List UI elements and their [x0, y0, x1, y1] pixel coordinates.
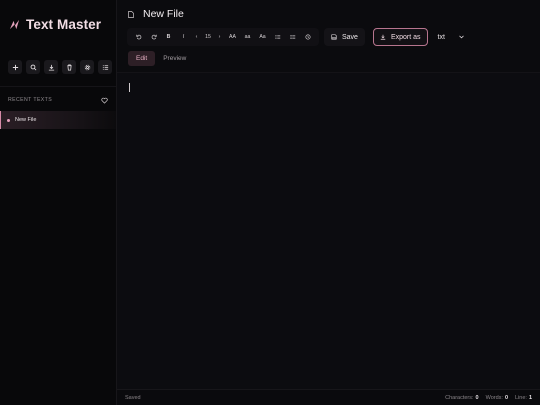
export-button[interactable]: Export as — [372, 28, 428, 46]
decrease-font-button[interactable]: ‹ — [191, 30, 202, 44]
clock-icon — [305, 34, 310, 40]
sidebar-divider — [0, 86, 116, 87]
app-window: Text Master RECENT TEXTS New File New Fi… — [0, 0, 540, 405]
increase-font-button[interactable]: › — [214, 30, 225, 44]
plus-icon — [12, 64, 18, 70]
words-stat: Words: 0 — [486, 395, 508, 401]
search-button[interactable] — [26, 60, 40, 74]
brand: Text Master — [0, 0, 116, 48]
format-toolbar-group: B I ‹ 15 › AA aa Aa — [127, 28, 319, 46]
line-label: Line: — [515, 394, 527, 401]
line-stat: Line: 1 — [515, 395, 532, 401]
lowercase-button[interactable]: aa — [240, 30, 255, 44]
favorites-button[interactable] — [101, 97, 108, 104]
words-label: Words: — [485, 394, 503, 401]
recent-texts-title: RECENT TEXTS — [8, 97, 53, 103]
recent-texts-header: RECENT TEXTS — [0, 91, 116, 109]
download-icon — [48, 64, 54, 71]
main-panel: New File B I ‹ 15 › AA aa Aa Save Export… — [117, 0, 540, 405]
bullet-list-icon — [275, 35, 280, 39]
mode-tabs: Edit Preview — [117, 50, 540, 67]
sidebar: Text Master RECENT TEXTS New File — [0, 0, 117, 405]
bullet-list-button[interactable] — [270, 30, 285, 44]
export-format-select[interactable]: txt — [433, 28, 469, 46]
sidebar-toolbar — [0, 54, 116, 84]
numbered-list-icon — [290, 35, 295, 39]
export-label: Export as — [390, 33, 421, 41]
delete-button[interactable] — [62, 60, 76, 74]
document-stats: Characters: 0 Words: 0 Line: 1 — [445, 395, 532, 401]
characters-label: Characters: — [445, 394, 474, 401]
save-status: Saved — [125, 394, 141, 401]
save-label: Save — [342, 33, 358, 41]
status-bar: Saved Characters: 0 Words: 0 Line: 1 — [117, 389, 540, 405]
export-format-value: txt — [437, 33, 445, 41]
font-size-value: 15 — [205, 34, 211, 40]
lightning-logo-icon — [9, 19, 20, 30]
export-icon — [380, 34, 386, 40]
line-number: 1 — [528, 394, 532, 401]
active-file-dot-icon — [7, 118, 10, 122]
redo-button[interactable] — [146, 30, 161, 44]
document-titlebar: New File — [117, 0, 540, 28]
text-caret — [129, 83, 130, 92]
recent-file-item[interactable]: New File — [0, 111, 116, 129]
redo-icon — [151, 34, 157, 40]
uppercase-button[interactable]: AA — [225, 30, 240, 44]
tab-preview[interactable]: Preview — [155, 51, 194, 66]
settings-button[interactable] — [80, 60, 94, 74]
document-icon — [128, 10, 134, 18]
chevron-down-icon — [458, 35, 464, 39]
clock-button[interactable] — [300, 30, 315, 44]
editor-toolbar: B I ‹ 15 › AA aa Aa Save Export as txt — [117, 28, 540, 46]
gear-icon — [84, 64, 90, 70]
app-title: Text Master — [26, 16, 102, 32]
tab-edit[interactable]: Edit — [128, 51, 156, 66]
capitalize-button[interactable]: Aa — [255, 30, 270, 44]
undo-button[interactable] — [131, 30, 146, 44]
text-editor-area[interactable] — [117, 73, 540, 389]
words-count: 0 — [504, 394, 508, 401]
characters-stat: Characters: 0 — [445, 395, 479, 401]
list-button[interactable] — [98, 60, 112, 74]
download-button[interactable] — [44, 60, 58, 74]
numbered-list-button[interactable] — [285, 30, 300, 44]
save-icon — [331, 34, 337, 40]
new-file-button[interactable] — [8, 60, 22, 74]
document-title: New File — [143, 8, 184, 20]
heart-icon — [101, 97, 108, 104]
recent-file-label: New File — [15, 117, 37, 123]
bold-button[interactable]: B — [161, 30, 176, 44]
characters-count: 0 — [475, 394, 479, 401]
search-icon — [30, 64, 36, 70]
undo-icon — [135, 34, 141, 40]
italic-button[interactable]: I — [176, 30, 191, 44]
save-button[interactable]: Save — [324, 28, 365, 46]
list-icon — [102, 64, 108, 70]
trash-icon — [66, 63, 72, 71]
